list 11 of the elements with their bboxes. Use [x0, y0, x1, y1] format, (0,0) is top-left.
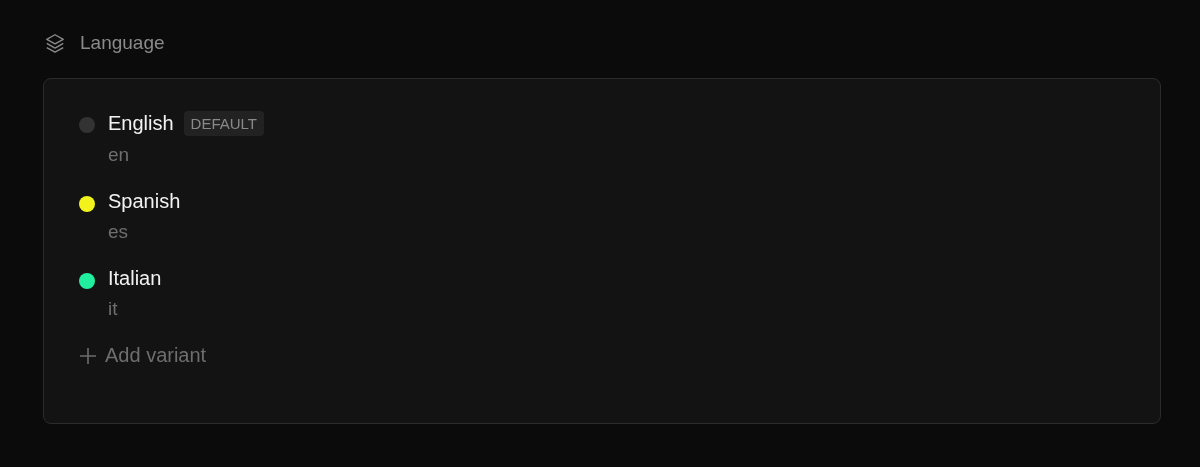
plus-icon	[79, 346, 97, 365]
add-variant-button[interactable]: Add variant	[79, 344, 207, 367]
variant-name: English	[108, 112, 174, 135]
variant-name: Italian	[108, 267, 162, 290]
section-title: Language	[80, 32, 165, 54]
layers-icon	[44, 32, 66, 54]
variant-name: Spanish	[108, 190, 181, 213]
default-badge: DEFAULT	[183, 111, 264, 136]
variant-code: en	[108, 144, 131, 166]
variant-code: it	[108, 298, 119, 320]
variant-code: es	[108, 221, 130, 243]
